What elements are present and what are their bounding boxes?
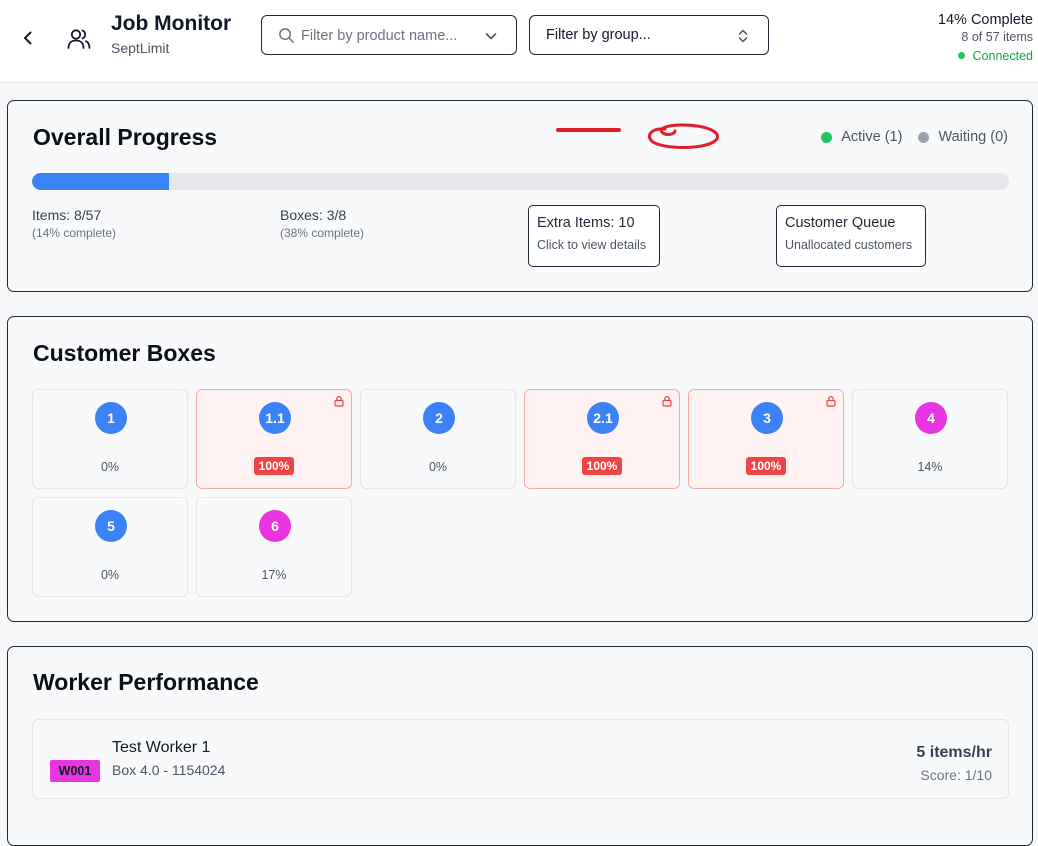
lock-icon bbox=[662, 396, 672, 407]
overall-progress-bar bbox=[32, 173, 1009, 190]
customer-queue-button[interactable]: Customer Queue Unallocated customers bbox=[776, 205, 926, 267]
box-number-badge: 6 bbox=[259, 510, 291, 542]
box-percent: 100% bbox=[582, 457, 622, 475]
box-number-badge: 5 bbox=[95, 510, 127, 542]
box-percent: 17% bbox=[261, 568, 287, 582]
completion-percent: 14% Complete bbox=[937, 12, 1033, 28]
overall-progress-title: Overall Progress bbox=[33, 124, 218, 150]
worker-box: Box 4.0 - 1154024 bbox=[112, 762, 226, 778]
box-number-badge: 3 bbox=[751, 402, 783, 434]
chevron-up-down-icon bbox=[738, 29, 748, 43]
extra-items-label: Extra Items: 10 bbox=[537, 215, 635, 231]
top-header: Job Monitor SeptLimit Filter by group...… bbox=[0, 0, 1038, 83]
box-percent: 0% bbox=[100, 568, 120, 582]
worker-rate: 5 items/hr bbox=[916, 744, 992, 761]
box-percent: 14% bbox=[917, 460, 943, 474]
items-stat: Items: 8/57 (14% complete) bbox=[32, 207, 116, 240]
product-search-input[interactable] bbox=[301, 25, 481, 47]
box-number-badge: 1 bbox=[95, 402, 127, 434]
extra-items-button[interactable]: Extra Items: 10 Click to view details bbox=[528, 205, 660, 267]
customer-box[interactable]: 5 0% bbox=[32, 497, 188, 597]
extra-items-sub: Click to view details bbox=[537, 238, 647, 252]
customer-queue-label: Customer Queue bbox=[785, 215, 896, 231]
customer-box[interactable]: 4 14% bbox=[852, 389, 1008, 489]
page-title: Job Monitor bbox=[111, 12, 232, 35]
box-number-badge: 1.1 bbox=[259, 402, 291, 434]
connection-dot-icon bbox=[957, 52, 965, 59]
customer-boxes-title: Customer Boxes bbox=[33, 340, 216, 366]
red-annotation-scribble bbox=[556, 123, 719, 149]
customer-box[interactable]: 2 0% bbox=[360, 389, 516, 489]
worker-score: Score: 1/10 bbox=[920, 767, 992, 783]
legend-active: Active (1) bbox=[821, 129, 902, 145]
item-count: 8 of 57 items bbox=[961, 30, 1033, 44]
legend-waiting-label: Waiting (0) bbox=[938, 129, 1008, 145]
worker-performance-title: Worker Performance bbox=[33, 669, 259, 695]
active-dot-icon bbox=[821, 131, 833, 143]
worker-performance-card: Worker Performance W001 Test Worker 1 Bo… bbox=[7, 646, 1033, 846]
customer-queue-sub: Unallocated customers bbox=[785, 238, 913, 252]
overall-progress-fill bbox=[32, 173, 169, 190]
connection-label: Connected bbox=[972, 49, 1033, 63]
items-stat-label: Items: 8/57 bbox=[32, 207, 102, 223]
back-arrow-icon[interactable] bbox=[18, 28, 38, 48]
search-icon bbox=[279, 28, 294, 43]
boxes-stat-sub: (38% complete) bbox=[280, 226, 365, 240]
connection-status: Connected bbox=[938, 49, 1033, 63]
waiting-dot-icon bbox=[918, 131, 930, 143]
box-number-badge: 2 bbox=[423, 402, 455, 434]
page-subtitle: SeptLimit bbox=[111, 40, 170, 56]
box-number-badge: 2.1 bbox=[587, 402, 619, 434]
lock-icon bbox=[826, 396, 836, 407]
box-percent: 100% bbox=[746, 457, 786, 475]
customer-box[interactable]: 1.1 100% bbox=[196, 389, 352, 489]
worker-row[interactable]: W001 Test Worker 1 Box 4.0 - 1154024 5 i… bbox=[32, 719, 1009, 799]
legend-active-label: Active (1) bbox=[841, 129, 903, 145]
customer-box[interactable]: 6 17% bbox=[196, 497, 352, 597]
items-stat-sub: (14% complete) bbox=[32, 226, 117, 240]
customer-box[interactable]: 2.1 100% bbox=[524, 389, 680, 489]
users-icon bbox=[67, 29, 91, 49]
boxes-stat: Boxes: 3/8 (38% complete) bbox=[280, 207, 364, 240]
customer-boxes-card: Customer Boxes 1 0% 1.1 100% 2 0% 2.1 100% 3 100%… bbox=[7, 316, 1033, 622]
customer-box[interactable]: 3 100% bbox=[688, 389, 844, 489]
group-filter-select[interactable]: Filter by group... bbox=[529, 15, 769, 55]
customer-box[interactable]: 1 0% bbox=[32, 389, 188, 489]
legend-waiting: Waiting (0) bbox=[918, 129, 1008, 145]
overall-progress-card: Overall Progress Active (1) Waiting (0) … bbox=[7, 100, 1033, 292]
boxes-stat-label: Boxes: 3/8 bbox=[280, 207, 347, 223]
lock-icon bbox=[334, 396, 344, 407]
group-select-label: Filter by group... bbox=[546, 27, 651, 43]
worker-name: Test Worker 1 bbox=[112, 739, 211, 756]
box-number-badge: 4 bbox=[915, 402, 947, 434]
status-legend: Active (1) Waiting (0) bbox=[821, 129, 1008, 145]
box-percent: 0% bbox=[428, 460, 448, 474]
box-percent: 0% bbox=[100, 460, 120, 474]
box-percent: 100% bbox=[254, 457, 294, 475]
job-status: 14% Complete 8 of 57 items Connected bbox=[938, 12, 1033, 63]
chevron-down-icon[interactable] bbox=[484, 29, 498, 43]
product-filter[interactable] bbox=[261, 15, 517, 55]
